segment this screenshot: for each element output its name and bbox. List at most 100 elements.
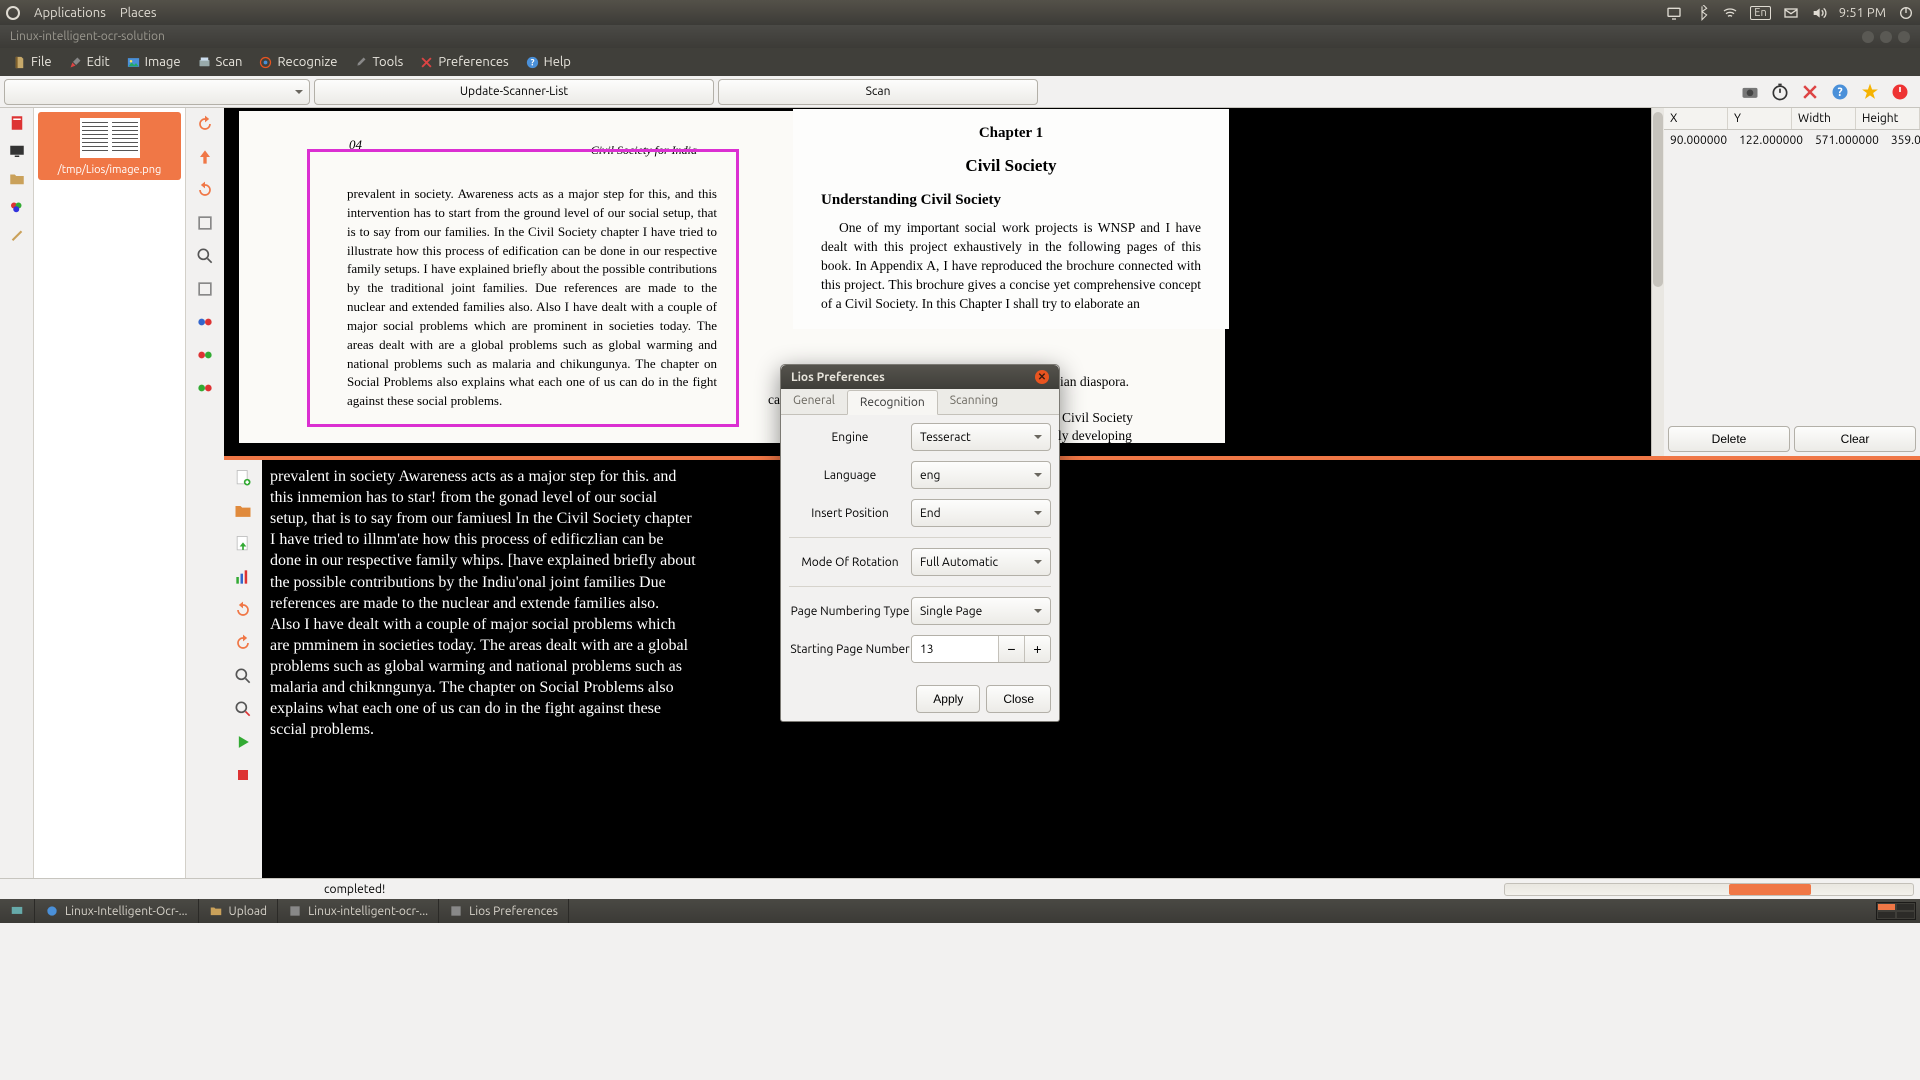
star-icon[interactable] <box>1860 82 1880 102</box>
dialog-close-icon[interactable]: ✕ <box>1035 370 1049 384</box>
chapter-label: Chapter 1 <box>821 125 1201 142</box>
page-thumbnail[interactable]: /tmp/Lios/image.png <box>38 112 181 180</box>
pdf-icon[interactable] <box>8 114 26 132</box>
save-doc-icon[interactable] <box>233 534 253 554</box>
update-scanner-list-button[interactable]: Update-Scanner-List <box>314 79 714 105</box>
monitor-icon[interactable] <box>8 142 26 160</box>
progress-bar <box>1504 883 1914 896</box>
redo-icon[interactable] <box>233 633 253 653</box>
dialog-titlebar[interactable]: Lios Preferences ✕ <box>781 365 1059 389</box>
close-button[interactable] <box>1898 31 1910 43</box>
color-swatch-icon[interactable] <box>8 198 26 216</box>
open-folder-icon[interactable] <box>233 501 253 521</box>
menu-tools[interactable]: Tools <box>345 52 411 73</box>
preview-scrollbar[interactable] <box>1651 108 1664 456</box>
menu-image[interactable]: Image <box>118 52 189 73</box>
applications-menu[interactable]: Applications <box>34 6 106 20</box>
chart-icon[interactable] <box>233 567 253 587</box>
stop-icon[interactable] <box>233 765 253 785</box>
mail-icon[interactable] <box>1783 5 1799 21</box>
help-toolbar-icon[interactable]: ? <box>1830 82 1850 102</box>
apply-button[interactable]: Apply <box>916 685 980 713</box>
region-blue-icon[interactable] <box>195 378 215 398</box>
label-insert: Insert Position <box>789 507 911 520</box>
timer-icon[interactable] <box>1770 82 1790 102</box>
region-green-icon[interactable] <box>195 345 215 365</box>
new-doc-icon[interactable] <box>233 468 253 488</box>
spinner-minus[interactable]: − <box>998 636 1024 662</box>
screen-icon[interactable] <box>1666 5 1682 21</box>
menu-recognize[interactable]: Recognize <box>250 52 345 73</box>
spinner-plus[interactable]: + <box>1024 636 1050 662</box>
page-body-text: prevalent in society. Awareness acts as … <box>347 185 717 411</box>
clock[interactable]: 9:51 PM <box>1839 6 1886 20</box>
scanner-select[interactable] <box>4 79 310 105</box>
bluetooth-icon[interactable] <box>1694 5 1710 21</box>
wifi-icon[interactable] <box>1722 5 1738 21</box>
menu-help[interactable]: ?Help <box>517 52 579 73</box>
ocr-right-fill <box>1664 460 1920 878</box>
menu-edit[interactable]: Edit <box>60 52 118 73</box>
minimize-button[interactable] <box>1862 31 1874 43</box>
menu-file[interactable]: File <box>4 52 60 73</box>
rotation-select[interactable]: Full Automatic <box>911 548 1051 576</box>
preferences-dialog: Lios Preferences ✕ General Recognition S… <box>780 364 1060 722</box>
delete-button[interactable]: Delete <box>1668 426 1790 452</box>
svg-text:?: ? <box>530 57 534 67</box>
zoom-icon[interactable] <box>195 246 215 266</box>
page-numbering-select[interactable]: Single Page <box>911 597 1051 625</box>
scan-button[interactable]: Scan <box>718 79 1038 105</box>
behind-dialog-text-2a: ca <box>768 392 780 408</box>
workspace-switcher[interactable] <box>1876 902 1916 920</box>
starting-page-spinner[interactable]: 13 − + <box>911 635 1051 663</box>
folder-image-icon[interactable] <box>8 170 26 188</box>
task-app-4[interactable]: Lios Preferences <box>439 899 569 923</box>
col-y: Y <box>1728 108 1792 129</box>
coord-row[interactable]: 90.000000 122.000000 571.000000 359.0000… <box>1664 130 1920 151</box>
close-dialog-button[interactable]: Close <box>986 685 1051 713</box>
task-app-3[interactable]: Linux-intelligent-ocr-... <box>278 899 439 923</box>
zoom-fit-icon[interactable] <box>195 213 215 233</box>
clear-button[interactable]: Clear <box>1794 426 1916 452</box>
camera-icon[interactable] <box>1740 82 1760 102</box>
settings-tools-icon[interactable] <box>1800 82 1820 102</box>
find-icon[interactable] <box>233 666 253 686</box>
keyboard-layout-indicator[interactable]: En <box>1750 6 1770 20</box>
volume-icon[interactable] <box>1811 5 1827 21</box>
left-tool-column <box>0 108 34 878</box>
behind-dialog-text-1: ian diaspora. <box>1060 374 1129 390</box>
play-icon[interactable] <box>233 732 253 752</box>
thumbnail-panel: /tmp/Lios/image.png <box>34 108 186 878</box>
menu-preferences[interactable]: Preferences <box>411 52 516 73</box>
zoom-original-icon[interactable] <box>195 279 215 299</box>
svg-text:?: ? <box>1837 86 1842 99</box>
find-replace-icon[interactable] <box>233 699 253 719</box>
places-menu[interactable]: Places <box>120 6 157 20</box>
insert-position-select[interactable]: End <box>911 499 1051 527</box>
maximize-button[interactable] <box>1880 31 1892 43</box>
thumbnail-caption: /tmp/Lios/image.png <box>42 164 177 176</box>
tab-scanning[interactable]: Scanning <box>938 389 1010 414</box>
rotate-left-icon[interactable] <box>195 180 215 200</box>
power-icon[interactable] <box>1898 5 1914 21</box>
engine-select[interactable]: Tesseract <box>911 423 1051 451</box>
starting-page-value[interactable]: 13 <box>912 636 998 662</box>
col-w: Width <box>1792 108 1856 129</box>
rotate-right-icon[interactable] <box>195 114 215 134</box>
task-app-2[interactable]: Upload <box>199 899 279 923</box>
region-red-icon[interactable] <box>195 312 215 332</box>
dialog-title: Lios Preferences <box>791 371 885 384</box>
menu-scan[interactable]: Scan <box>189 52 251 73</box>
tab-general[interactable]: General <box>781 389 847 414</box>
label-language: Language <box>789 469 911 482</box>
language-select[interactable]: eng <box>911 461 1051 489</box>
move-up-icon[interactable] <box>195 147 215 167</box>
power-toolbar-icon[interactable] <box>1890 82 1910 102</box>
broom-icon[interactable] <box>8 226 26 244</box>
task-app-1[interactable]: Linux-Intelligent-Ocr-... <box>35 899 199 923</box>
tab-recognition[interactable]: Recognition <box>847 390 938 415</box>
undo-icon[interactable] <box>233 600 253 620</box>
dialog-tabs: General Recognition Scanning <box>781 389 1059 415</box>
status-message: completed! <box>324 883 385 896</box>
show-desktop[interactable] <box>0 899 35 923</box>
